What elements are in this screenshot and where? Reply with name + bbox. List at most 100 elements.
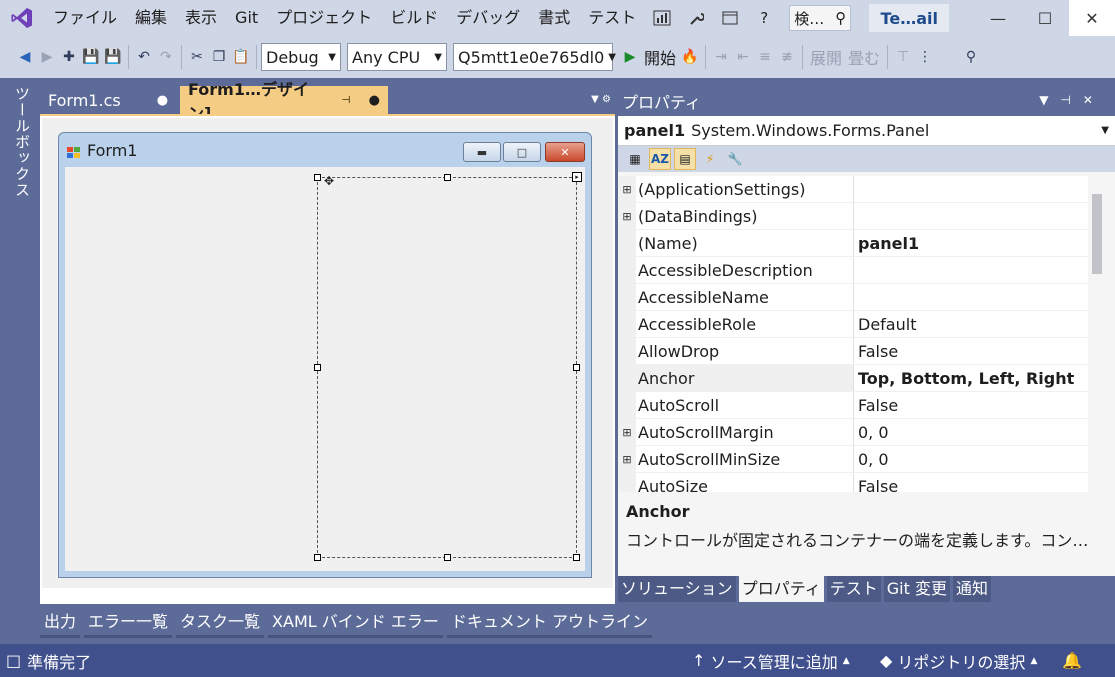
menu-view[interactable]: 表示 bbox=[176, 0, 226, 36]
tab-output[interactable]: 出力 bbox=[40, 610, 81, 638]
cut-icon[interactable]: ✂ bbox=[186, 42, 208, 72]
tab-document-outline[interactable]: ドキュメント アウトライン bbox=[446, 610, 652, 638]
property-value[interactable] bbox=[854, 284, 1088, 310]
expand-plus-icon[interactable]: ⊞ bbox=[618, 419, 636, 445]
property-row[interactable]: AccessibleName bbox=[618, 284, 1088, 311]
properties-icon[interactable]: ▤ bbox=[674, 148, 696, 170]
menu-format[interactable]: 書式 bbox=[529, 0, 579, 36]
comment-icon[interactable]: ≡ bbox=[754, 42, 776, 72]
expand-plus-icon[interactable]: ⊞ bbox=[618, 446, 636, 472]
panel1-control[interactable]: ✥ ▸ bbox=[314, 172, 582, 561]
property-row[interactable]: AccessibleRole Default bbox=[618, 311, 1088, 338]
notification-bell-icon[interactable]: 🔔 bbox=[1062, 651, 1082, 670]
tab-test[interactable]: テスト bbox=[826, 576, 881, 602]
indent-icon[interactable]: ⇥ bbox=[710, 42, 732, 72]
menu-file[interactable]: ファイル bbox=[44, 0, 126, 36]
help-button[interactable]: ? bbox=[747, 0, 781, 36]
property-pages-wrench-icon[interactable]: 🔧 bbox=[724, 148, 746, 170]
solution-name-badge[interactable]: Te…ail bbox=[869, 4, 950, 32]
new-project-icon[interactable]: ✚ bbox=[58, 42, 80, 72]
save-icon[interactable]: 💾 bbox=[80, 42, 102, 72]
smart-tag-icon[interactable]: ▸ bbox=[572, 172, 582, 182]
resize-handle[interactable] bbox=[314, 364, 321, 371]
scrollbar-thumb[interactable] bbox=[1092, 194, 1102, 274]
menu-debug[interactable]: デバッグ bbox=[447, 0, 529, 36]
resize-handle[interactable] bbox=[314, 554, 321, 561]
toolbox-sidebar[interactable]: ツールボックス bbox=[0, 86, 34, 206]
platform-select[interactable]: Any CPU ▼ bbox=[347, 43, 447, 71]
form-client-area[interactable]: ✥ ▸ bbox=[65, 167, 585, 571]
analyze-chart-icon[interactable] bbox=[645, 0, 679, 36]
window-icon[interactable] bbox=[713, 0, 747, 36]
uncomment-icon[interactable]: ≢ bbox=[776, 42, 798, 72]
expand-plus-icon[interactable]: ⊞ bbox=[618, 203, 636, 229]
tools-wrench-icon[interactable] bbox=[679, 0, 713, 36]
undo-icon[interactable]: ↶ bbox=[133, 42, 155, 72]
expand-button[interactable]: 展開 bbox=[807, 45, 845, 69]
copy-icon[interactable]: ❐ bbox=[208, 42, 230, 72]
expand-plus-icon[interactable]: ⊞ bbox=[618, 176, 636, 202]
resize-handle[interactable] bbox=[573, 554, 580, 561]
property-row[interactable]: ⊞ (DataBindings) bbox=[618, 203, 1088, 230]
resize-handle[interactable] bbox=[444, 174, 451, 181]
property-value[interactable]: Default bbox=[854, 311, 1088, 337]
tab-task-list[interactable]: タスク一覧 bbox=[176, 610, 265, 638]
toolbar-overflow-icon[interactable]: ⋮ bbox=[914, 42, 936, 72]
menu-test[interactable]: テスト bbox=[579, 0, 645, 36]
hot-reload-icon[interactable]: 🔥 bbox=[679, 42, 701, 72]
resize-handle[interactable] bbox=[573, 364, 580, 371]
tab-dropdown-icon[interactable]: ▼ ⚙ bbox=[591, 94, 611, 105]
outdent-icon[interactable]: ⇤ bbox=[732, 42, 754, 72]
redo-icon[interactable]: ↷ bbox=[155, 42, 177, 72]
property-row[interactable]: AccessibleDescription bbox=[618, 257, 1088, 284]
paste-icon[interactable]: 📋 bbox=[230, 42, 252, 72]
search-input[interactable]: 検… bbox=[794, 8, 824, 29]
property-value[interactable] bbox=[854, 257, 1088, 283]
property-row[interactable]: ⊞ (ApplicationSettings) bbox=[618, 176, 1088, 203]
collapse-button[interactable]: 畳む bbox=[845, 45, 883, 69]
property-value[interactable] bbox=[854, 176, 1088, 202]
start-play-icon[interactable]: ▶ bbox=[619, 42, 641, 72]
resize-handle[interactable] bbox=[444, 554, 451, 561]
property-row[interactable]: ⊞ AutoScrollMinSize 0, 0 bbox=[618, 446, 1088, 473]
move-handle-icon[interactable]: ✥ bbox=[324, 174, 334, 188]
toolbox-label[interactable]: ツールボックス bbox=[12, 86, 33, 198]
alphabetical-icon[interactable]: AZ bbox=[649, 148, 671, 170]
tab-xaml-binding-errors[interactable]: XAML バインド エラー bbox=[268, 610, 443, 638]
search-box[interactable]: 検… ⚲ bbox=[789, 5, 852, 31]
designer-canvas[interactable]: Form1 ▬ □ ✕ ✥ ▸ bbox=[42, 118, 613, 588]
visual-studio-logo-icon[interactable] bbox=[0, 0, 44, 36]
configuration-select[interactable]: Debug ▼ bbox=[261, 43, 341, 71]
tab-solution-explorer[interactable]: ソリューション bbox=[618, 576, 736, 602]
property-row[interactable]: (Name) panel1 bbox=[618, 230, 1088, 257]
property-value[interactable]: 0, 0 bbox=[854, 419, 1088, 445]
start-button[interactable]: 開始 bbox=[641, 45, 679, 69]
back-icon[interactable]: ◀ bbox=[14, 42, 36, 72]
maximize-button[interactable]: ☐ bbox=[1022, 0, 1068, 36]
save-all-icon[interactable]: 💾 bbox=[102, 42, 124, 72]
property-row[interactable]: AllowDrop False bbox=[618, 338, 1088, 365]
tab-properties[interactable]: プロパティ bbox=[738, 576, 824, 602]
pin-icon[interactable]: ⊤ bbox=[892, 42, 914, 72]
menu-git[interactable]: Git bbox=[226, 0, 267, 36]
close-button[interactable]: ✕ bbox=[1069, 0, 1115, 36]
tab-form1-cs[interactable]: Form1.cs ● bbox=[40, 86, 180, 114]
menu-project[interactable]: プロジェクト bbox=[267, 0, 381, 36]
form1-window[interactable]: Form1 ▬ □ ✕ ✥ ▸ bbox=[58, 132, 592, 578]
menu-build[interactable]: ビルド bbox=[381, 0, 447, 36]
property-value[interactable]: 0, 0 bbox=[854, 446, 1088, 472]
menu-edit[interactable]: 編集 bbox=[126, 0, 176, 36]
property-value[interactable]: Top, Bottom, Left, Right bbox=[854, 365, 1088, 391]
tab-form1-designer[interactable]: Form1…デザイン] ⊣ ● bbox=[180, 80, 388, 123]
pin-icon[interactable]: ⊣ bbox=[342, 95, 351, 106]
add-source-control-button[interactable]: ↑ ソース管理に追加 ▲ bbox=[692, 649, 850, 673]
events-lightning-icon[interactable]: ⚡ bbox=[699, 148, 721, 170]
property-grid-scrollbar[interactable] bbox=[1088, 176, 1106, 492]
categorized-icon[interactable]: ▦ bbox=[624, 148, 646, 170]
property-value[interactable]: False bbox=[854, 338, 1088, 364]
minimize-button[interactable]: — bbox=[975, 0, 1021, 36]
forward-icon[interactable]: ▶ bbox=[36, 42, 58, 72]
property-row[interactable]: ⊞ AutoScrollMargin 0, 0 bbox=[618, 419, 1088, 446]
resize-handle[interactable] bbox=[314, 174, 321, 181]
tab-error-list[interactable]: エラー一覧 bbox=[84, 610, 173, 638]
